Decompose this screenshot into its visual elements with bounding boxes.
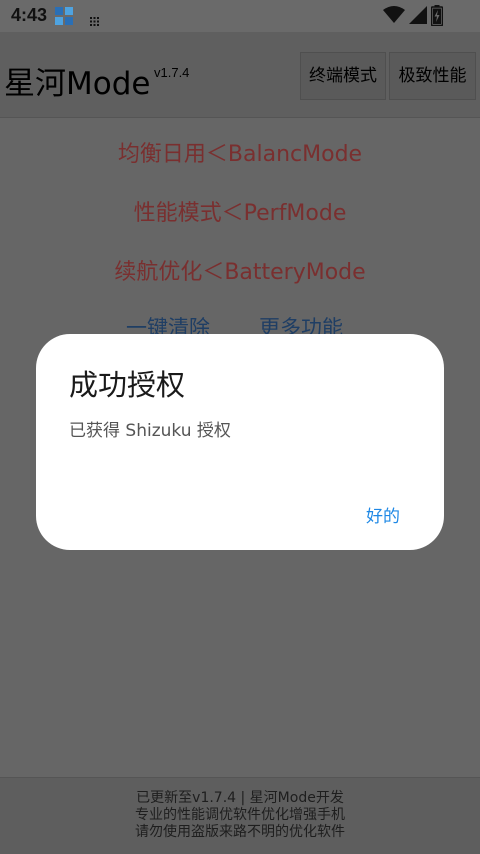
app-version: v1.7.4	[154, 65, 190, 80]
wifi-icon	[383, 6, 405, 28]
footer-line-warning: 请勿使用盗版来路不明的优化软件	[135, 824, 345, 840]
extreme-performance-button[interactable]: 极致性能	[389, 52, 476, 100]
status-bar: 4:43	[0, 0, 480, 32]
terminal-mode-button[interactable]: 终端模式	[300, 52, 386, 100]
authorization-dialog: 成功授权 已获得 Shizuku 授权 好的	[36, 334, 444, 550]
dialog-ok-button[interactable]: 好的	[366, 502, 400, 527]
signal-icon	[409, 6, 427, 28]
footer: 已更新至v1.7.4 | 星河Mode开发 专业的性能调优软件优化增强手机 请勿…	[0, 777, 480, 854]
footer-line-update: 已更新至v1.7.4 | 星河Mode开发	[136, 790, 344, 806]
dialog-message: 已获得 Shizuku 授权	[69, 421, 231, 441]
app-title: 星河Mode	[4, 66, 151, 102]
battery-charging-icon	[430, 5, 444, 30]
status-time: 4:43	[11, 5, 48, 25]
battery-mode-option[interactable]: 续航优化＜BatteryMode	[0, 254, 480, 286]
footer-line-description: 专业的性能调优软件优化增强手机	[135, 807, 345, 823]
app-header: 星河Mode v1.7.4 终端模式 极致性能	[0, 32, 480, 118]
performance-mode-option[interactable]: 性能模式＜PerfMode	[0, 195, 480, 227]
app-notification-icon	[55, 7, 73, 25]
balance-mode-option[interactable]: 均衡日用＜BalancMode	[0, 136, 480, 168]
grid-notification-icon	[90, 11, 99, 26]
dialog-title: 成功授权	[69, 368, 186, 402]
